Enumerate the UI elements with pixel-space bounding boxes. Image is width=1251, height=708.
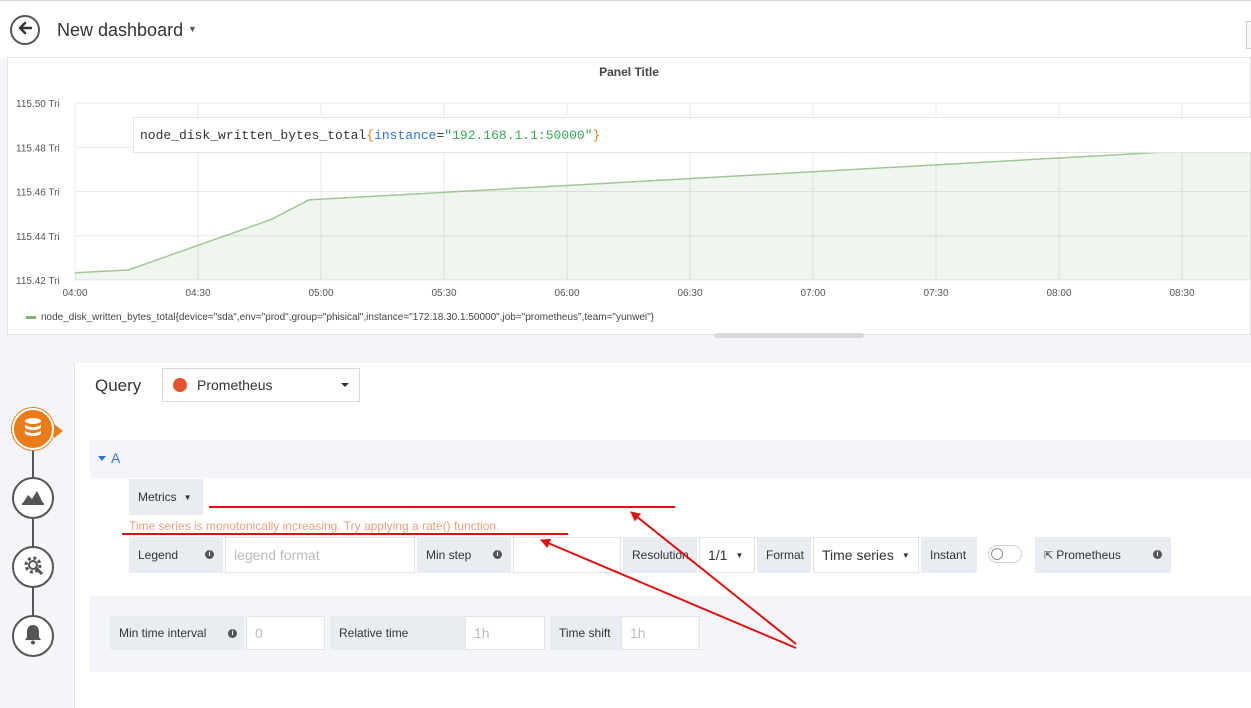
prometheus-help-link[interactable]: ⇱ Prometheus: [1035, 537, 1171, 573]
top-navbar: New dashboard ▼: [0, 0, 1251, 59]
expr-open-brace: {: [366, 128, 375, 143]
info-icon[interactable]: i: [493, 550, 502, 559]
legend-item[interactable]: node_disk_written_bytes_total{device="sd…: [26, 312, 654, 323]
instant-text: Instant: [930, 548, 967, 562]
general-tab[interactable]: [12, 546, 54, 588]
instant-label: Instant: [921, 537, 977, 573]
caret-down-icon[interactable]: ▼: [188, 24, 197, 34]
x-tick-label: 04:00: [62, 288, 87, 299]
chart-area-icon: [21, 486, 45, 511]
query-row-header[interactable]: A: [90, 440, 1251, 478]
active-tab-pointer: [54, 424, 63, 438]
info-icon[interactable]: i: [228, 629, 237, 638]
annotation-underline-warning: [122, 533, 568, 535]
database-icon: [22, 416, 44, 443]
graph-chart: 115.50 Tri 115.48 Tri 115.46 Tri 115.44 Tri…: [16, 99, 1251, 299]
dashboard-title[interactable]: New dashboard: [57, 20, 183, 41]
caret-down-icon: [341, 383, 349, 387]
legend-format-input[interactable]: legend format: [225, 537, 415, 573]
x-tick-label: 08:00: [1046, 288, 1071, 299]
caret-down-icon: ▼: [735, 550, 744, 560]
toggle-knob: [991, 548, 1003, 560]
y-tick-label: 115.42 Tri: [16, 276, 60, 287]
back-button[interactable]: [10, 15, 40, 45]
alert-tab[interactable]: [12, 615, 54, 657]
expr-label-key: instance: [374, 128, 437, 143]
min-interval-placeholder: 0: [255, 625, 263, 641]
x-tick-label: 06:00: [554, 288, 579, 299]
format-label: Format: [757, 537, 811, 573]
resolution-value: 1/1: [708, 547, 728, 563]
query-ref-id[interactable]: A: [111, 450, 120, 466]
legend-label: node_disk_written_bytes_total{device="sd…: [41, 312, 655, 323]
relative-time-text: Relative time: [339, 626, 409, 640]
queries-tab[interactable]: [12, 408, 54, 450]
min-interval-text: Min time interval: [119, 626, 207, 640]
x-tick-label: 06:30: [677, 288, 702, 299]
caret-down-icon: ▼: [901, 550, 910, 560]
graph-panel: Panel Title 115.50 Tri 115.48 Tri 115.46 T…: [7, 57, 1251, 338]
y-tick-label: 115.48 Tri: [16, 143, 60, 154]
expr-close-brace: }: [592, 128, 601, 143]
metrics-label-text: Metrics: [138, 490, 177, 504]
resolution-text: Resolution: [632, 548, 689, 562]
info-icon[interactable]: i: [1153, 550, 1162, 559]
query-warning: Time series is monotonically increasing.…: [129, 519, 500, 533]
legend-field-text: Legend: [138, 548, 179, 562]
series-area: [75, 147, 1251, 280]
min-interval-label: Min time interval: [110, 616, 244, 650]
legend-swatch: [26, 316, 36, 319]
time-shift-label: Time shift: [550, 616, 621, 650]
x-tick-label: 08:30: [1169, 288, 1194, 299]
resolution-label: Resolution: [623, 537, 697, 573]
external-link-icon: ⇱: [1044, 549, 1054, 562]
relative-time-placeholder: 1h: [474, 625, 490, 641]
format-value: Time series: [822, 547, 894, 563]
metrics-label: Metrics ▼: [129, 479, 203, 515]
time-shift-placeholder: 1h: [630, 625, 646, 641]
min-step-text: Min step: [426, 548, 472, 562]
min-interval-input[interactable]: 0: [246, 616, 325, 650]
expr-metric: node_disk_written_bytes_total: [140, 128, 367, 143]
legend-format-placeholder: legend format: [234, 547, 320, 563]
relative-time-label: Relative time: [330, 616, 465, 650]
x-tick-label: 04:30: [185, 288, 210, 299]
expr-label-value: "192.168.1.1:50000": [444, 128, 593, 143]
visualization-tab[interactable]: [12, 477, 54, 519]
navbar-edge-button[interactable]: [1246, 21, 1251, 49]
datasource-select[interactable]: Prometheus: [162, 368, 360, 402]
caret-down-icon[interactable]: ▼: [184, 493, 192, 502]
relative-time-input[interactable]: 1h: [465, 616, 545, 650]
min-step-input[interactable]: [513, 537, 621, 573]
datasource-name: Prometheus: [197, 377, 273, 393]
prometheus-link-text: Prometheus: [1056, 548, 1121, 562]
query-heading: Query: [95, 376, 142, 395]
legend-scrollbar[interactable]: [714, 333, 864, 338]
x-tick-label: 05:00: [308, 288, 333, 299]
query-editor: Query Prometheus A: [74, 363, 1251, 708]
metrics-query-input[interactable]: node_disk_written_bytes_total{instance="…: [133, 117, 1251, 153]
time-shift-input[interactable]: 1h: [621, 616, 700, 650]
bell-icon: [22, 623, 44, 650]
instant-toggle[interactable]: [988, 545, 1022, 563]
x-tick-label: 05:30: [431, 288, 456, 299]
y-tick-label: 115.50 Tri: [16, 99, 60, 110]
resolution-select[interactable]: 1/1 ▼: [699, 537, 755, 573]
gear-icon: [21, 553, 45, 582]
annotation-underline-metrics: [209, 506, 675, 508]
time-shift-text: Time shift: [559, 626, 611, 640]
y-tick-label: 115.44 Tri: [16, 232, 60, 243]
format-select[interactable]: Time series ▼: [813, 537, 919, 573]
collapse-caret-icon[interactable]: [98, 456, 106, 461]
sidebar-connector: [32, 445, 34, 635]
y-tick-label: 115.46 Tri: [16, 188, 60, 199]
info-icon[interactable]: i: [205, 550, 214, 559]
prometheus-icon: [173, 378, 187, 392]
arrow-left-icon: [17, 20, 33, 41]
format-text: Format: [766, 548, 805, 562]
x-tick-label: 07:00: [800, 288, 825, 299]
x-tick-label: 07:30: [923, 288, 948, 299]
